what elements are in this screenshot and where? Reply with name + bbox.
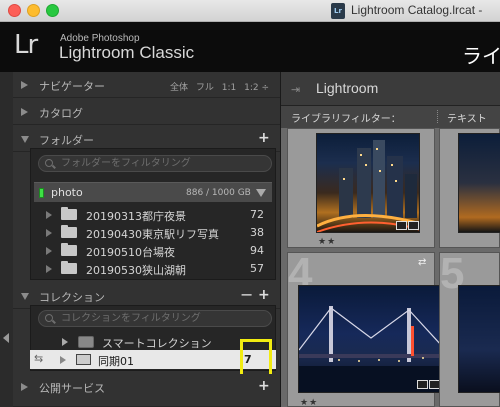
window-title: Lightroom Catalog.lrcat - [351, 3, 483, 17]
sync-badge-icon: ⇄ [418, 257, 427, 268]
center-header [281, 72, 500, 106]
edited-badge-icon [408, 221, 419, 230]
add-folder-plus-icon[interactable]: + [258, 130, 270, 146]
folder-count: 38 [250, 226, 264, 239]
minimize-window-button[interactable] [27, 4, 40, 17]
photo-thumbnail[interactable] [298, 285, 441, 393]
photo-thumbnail[interactable] [458, 133, 500, 233]
disclosure-triangle-icon [21, 383, 28, 391]
grid-cell[interactable] [439, 128, 500, 248]
grid-cell[interactable]: 5 [439, 249, 500, 407]
center-source-title: Lightroom [316, 80, 379, 96]
disclosure-triangle-icon [21, 136, 29, 143]
folder-filter-placeholder: フォルダーをフィルタリング [61, 158, 191, 169]
filter-separator [437, 110, 438, 123]
folder-filter-input[interactable]: フォルダーをフィルタリング [38, 155, 272, 172]
collection-filter-placeholder: コレクションをフィルタリング [61, 313, 201, 324]
folder-count: 94 [250, 244, 264, 257]
photo-thumbnail[interactable] [316, 133, 420, 233]
publish-services-header[interactable]: 公開サービス + [13, 374, 280, 407]
disclosure-triangle-icon [21, 81, 28, 89]
volume-bar[interactable]: photo 886 / 1000 GB [34, 182, 272, 202]
navigator-zoom-options: 全体 フル 1:1 1:2 ÷ [170, 80, 274, 93]
brand-line-2: Lightroom Classic [59, 43, 195, 62]
smart-collections-row[interactable]: スマートコレクション [34, 333, 272, 351]
zoom-1-2-option[interactable]: 1:2 ÷ [244, 83, 269, 93]
sync-arrows-icon: ⇆ [34, 352, 44, 365]
folder-row[interactable]: 20190530狭山湖朝 57 [34, 260, 272, 278]
search-icon [45, 314, 53, 322]
photo-thumbnail[interactable] [458, 285, 500, 393]
window-titlebar: Lr Lightroom Catalog.lrcat - [0, 0, 500, 22]
remove-collection-minus-icon[interactable]: − [240, 285, 253, 304]
grid-cell[interactable]: 4 ⇄ ★★ [287, 249, 441, 407]
sync-collection-name: 同期01 [98, 355, 134, 368]
navigator-title: ナビゲーター [39, 80, 105, 93]
collection-filter-input[interactable]: コレクションをフィルタリング [38, 310, 272, 327]
maximize-window-button[interactable] [46, 4, 59, 17]
star-rating[interactable]: ★★ [300, 398, 318, 407]
folder-icon [61, 207, 77, 220]
disclosure-triangle-icon [21, 293, 29, 300]
folder-icon [61, 243, 77, 256]
library-filter-label: ライブラリフィルター： [291, 114, 401, 125]
folder-expand-triangle-icon[interactable] [46, 229, 52, 237]
zoom-fit-option[interactable]: 全体 [170, 83, 188, 93]
sync-collection-triangle-icon[interactable] [60, 356, 66, 364]
collapse-left-panel-arrow-icon[interactable] [3, 333, 9, 343]
collection-icon [76, 354, 91, 365]
metadata-badge-icon [417, 380, 428, 389]
add-publish-service-plus-icon[interactable]: + [258, 378, 270, 394]
lightroom-document-icon: Lr [331, 3, 345, 19]
catalog-header[interactable]: カタログ [13, 99, 280, 125]
source-arrow-icon: ⇥ [291, 83, 301, 96]
add-collection-plus-icon[interactable]: + [258, 287, 270, 303]
left-panel-edge[interactable] [0, 72, 13, 407]
volume-menu-arrow-icon[interactable] [256, 189, 266, 197]
grid-cell[interactable]: ★★ [287, 128, 435, 248]
folder-icon [61, 225, 77, 238]
volume-name: photo [51, 186, 83, 199]
folder-count: 57 [250, 262, 264, 275]
photo-grid: ★★ 4 ⇄ ★★ 5 [281, 128, 500, 407]
smart-collections-expand-triangle-icon[interactable] [62, 338, 68, 346]
folders-title: フォルダー [39, 134, 94, 147]
navigator-header[interactable]: ナビゲーター 全体 フル 1:1 1:2 ÷ [13, 72, 280, 98]
collections-title: コレクション [39, 291, 105, 304]
folder-name: 20190510台場夜 [86, 246, 175, 259]
close-window-button[interactable] [8, 4, 21, 17]
folder-name: 20190430東京駅リフ写真 [86, 228, 219, 241]
metadata-badge-icon [396, 221, 407, 230]
volume-status-led-icon [39, 188, 44, 198]
count-highlight-annotation [240, 339, 272, 379]
publish-services-title: 公開サービス [39, 382, 105, 395]
folder-row[interactable]: 20190430東京駅リフ写真 38 [34, 224, 272, 242]
zoom-fill-option[interactable]: フル [196, 83, 214, 93]
folder-count: 72 [250, 208, 264, 221]
zoom-1-1-option[interactable]: 1:1 [222, 83, 236, 93]
folder-icon [61, 261, 77, 274]
folder-name: 20190530狭山湖朝 [86, 264, 186, 277]
folder-expand-triangle-icon[interactable] [46, 247, 52, 255]
folder-row[interactable]: 20190313都庁夜景 72 [34, 206, 272, 224]
filter-text-option[interactable]: テキスト [447, 110, 487, 125]
search-icon [45, 159, 53, 167]
disclosure-triangle-icon [21, 108, 28, 116]
smart-collections-label: スマートコレクション [102, 337, 212, 350]
folder-name: 20190313都庁夜景 [86, 210, 186, 223]
folder-expand-triangle-icon[interactable] [46, 265, 52, 273]
module-picker-library[interactable]: ライ [462, 40, 500, 69]
collection-set-icon [78, 336, 94, 348]
folder-row[interactable]: 20190510台場夜 94 [34, 242, 272, 260]
star-rating[interactable]: ★★ [318, 237, 336, 247]
volume-size: 886 / 1000 GB [186, 188, 251, 198]
folder-expand-triangle-icon[interactable] [46, 211, 52, 219]
catalog-title: カタログ [39, 107, 83, 120]
lightroom-logo: Lr [14, 30, 38, 60]
